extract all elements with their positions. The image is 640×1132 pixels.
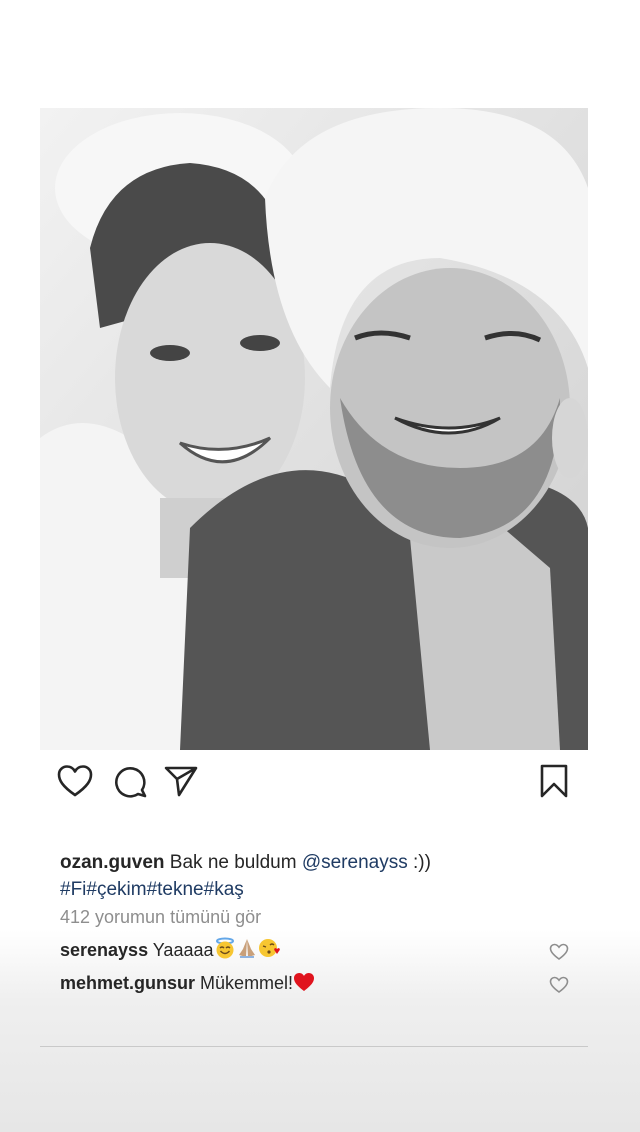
comment-text: Mükemmel! xyxy=(200,973,294,993)
comment-button[interactable] xyxy=(111,762,149,800)
post-action-bar xyxy=(56,762,576,802)
view-all-comments-link[interactable]: 412 yorumun tümünü gör xyxy=(60,907,261,928)
bookmark-icon xyxy=(535,762,573,800)
comment-username[interactable]: mehmet.gunsur xyxy=(60,973,195,993)
comment-like-button[interactable] xyxy=(549,976,569,994)
comment-bubble-icon xyxy=(111,762,149,800)
like-button[interactable] xyxy=(56,762,94,800)
share-button[interactable] xyxy=(162,762,200,800)
caption-hashtags[interactable]: #Fi#çekim#tekne#kaş xyxy=(60,879,244,900)
post-photo-illustration xyxy=(40,108,588,750)
comment-like-button[interactable] xyxy=(549,943,569,961)
caption-end: :)) xyxy=(413,852,431,873)
comment-text: Yaaaaa xyxy=(152,940,214,960)
divider xyxy=(40,1046,588,1047)
face-blowing-kiss-emoji xyxy=(258,937,280,966)
comment-row: serenayss Yaaaaa xyxy=(60,937,540,966)
caption-mention[interactable]: @serenayss xyxy=(302,852,408,873)
post-caption: ozan.guven Bak ne buldum @serenayss :)) … xyxy=(60,849,580,903)
heart-icon xyxy=(549,943,569,961)
heart-icon xyxy=(549,976,569,994)
heart-icon xyxy=(56,762,94,800)
smiling-halo-emoji xyxy=(214,937,236,966)
comment-row: mehmet.gunsur Mükemmel! xyxy=(60,970,540,999)
caption-username[interactable]: ozan.guven xyxy=(60,852,165,873)
comment-username[interactable]: serenayss xyxy=(60,940,148,960)
caption-text: Bak ne buldum xyxy=(169,852,297,873)
red-heart-emoji xyxy=(293,972,315,999)
praying-hands-emoji xyxy=(236,937,258,966)
paper-plane-icon xyxy=(162,762,200,800)
post-photo[interactable] xyxy=(40,108,588,750)
save-button[interactable] xyxy=(535,762,573,800)
